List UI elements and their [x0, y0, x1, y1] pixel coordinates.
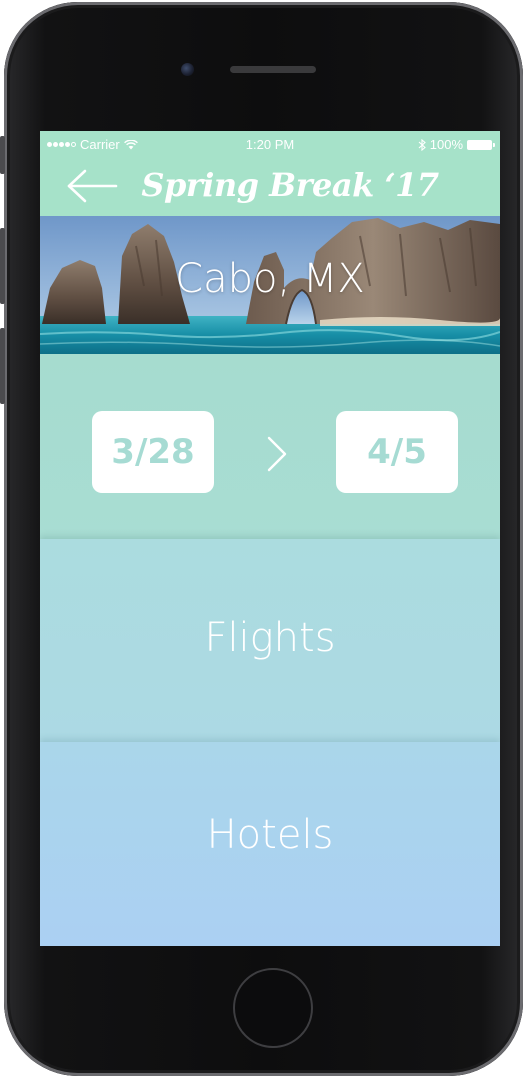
home-button[interactable]	[233, 968, 313, 1048]
app-screen: Carrier 1:20 PM 100% Spring Break ‘17 Ca…	[40, 131, 500, 946]
destination-banner[interactable]: Cabo, MX	[40, 216, 500, 354]
trip-title: Spring Break ‘17	[141, 166, 439, 204]
status-bar: Carrier 1:20 PM 100%	[40, 131, 500, 157]
front-camera	[181, 63, 194, 76]
left-arrow-icon[interactable]	[66, 168, 118, 204]
end-date-button[interactable]: 4/5	[336, 411, 458, 493]
flights-label: Flights	[204, 615, 336, 661]
flights-section[interactable]: Flights	[40, 539, 500, 742]
navigation-bar: Spring Break ‘17	[40, 157, 500, 216]
hotels-label: Hotels	[206, 812, 334, 858]
battery-percent: 100%	[429, 137, 463, 152]
volume-up-button	[0, 228, 5, 304]
earpiece-speaker	[230, 66, 316, 73]
volume-down-button	[0, 328, 5, 404]
chevron-right-icon	[267, 436, 287, 472]
bluetooth-icon	[418, 138, 426, 151]
status-right: 100%	[418, 137, 495, 152]
start-date-button[interactable]: 3/28	[92, 411, 214, 493]
trip-dates-panel: 3/28 4/5	[40, 354, 500, 539]
battery-icon	[467, 139, 495, 150]
hotels-section[interactable]: Hotels	[40, 742, 500, 946]
destination-title: Cabo, MX	[175, 256, 365, 302]
mute-switch	[0, 136, 5, 174]
